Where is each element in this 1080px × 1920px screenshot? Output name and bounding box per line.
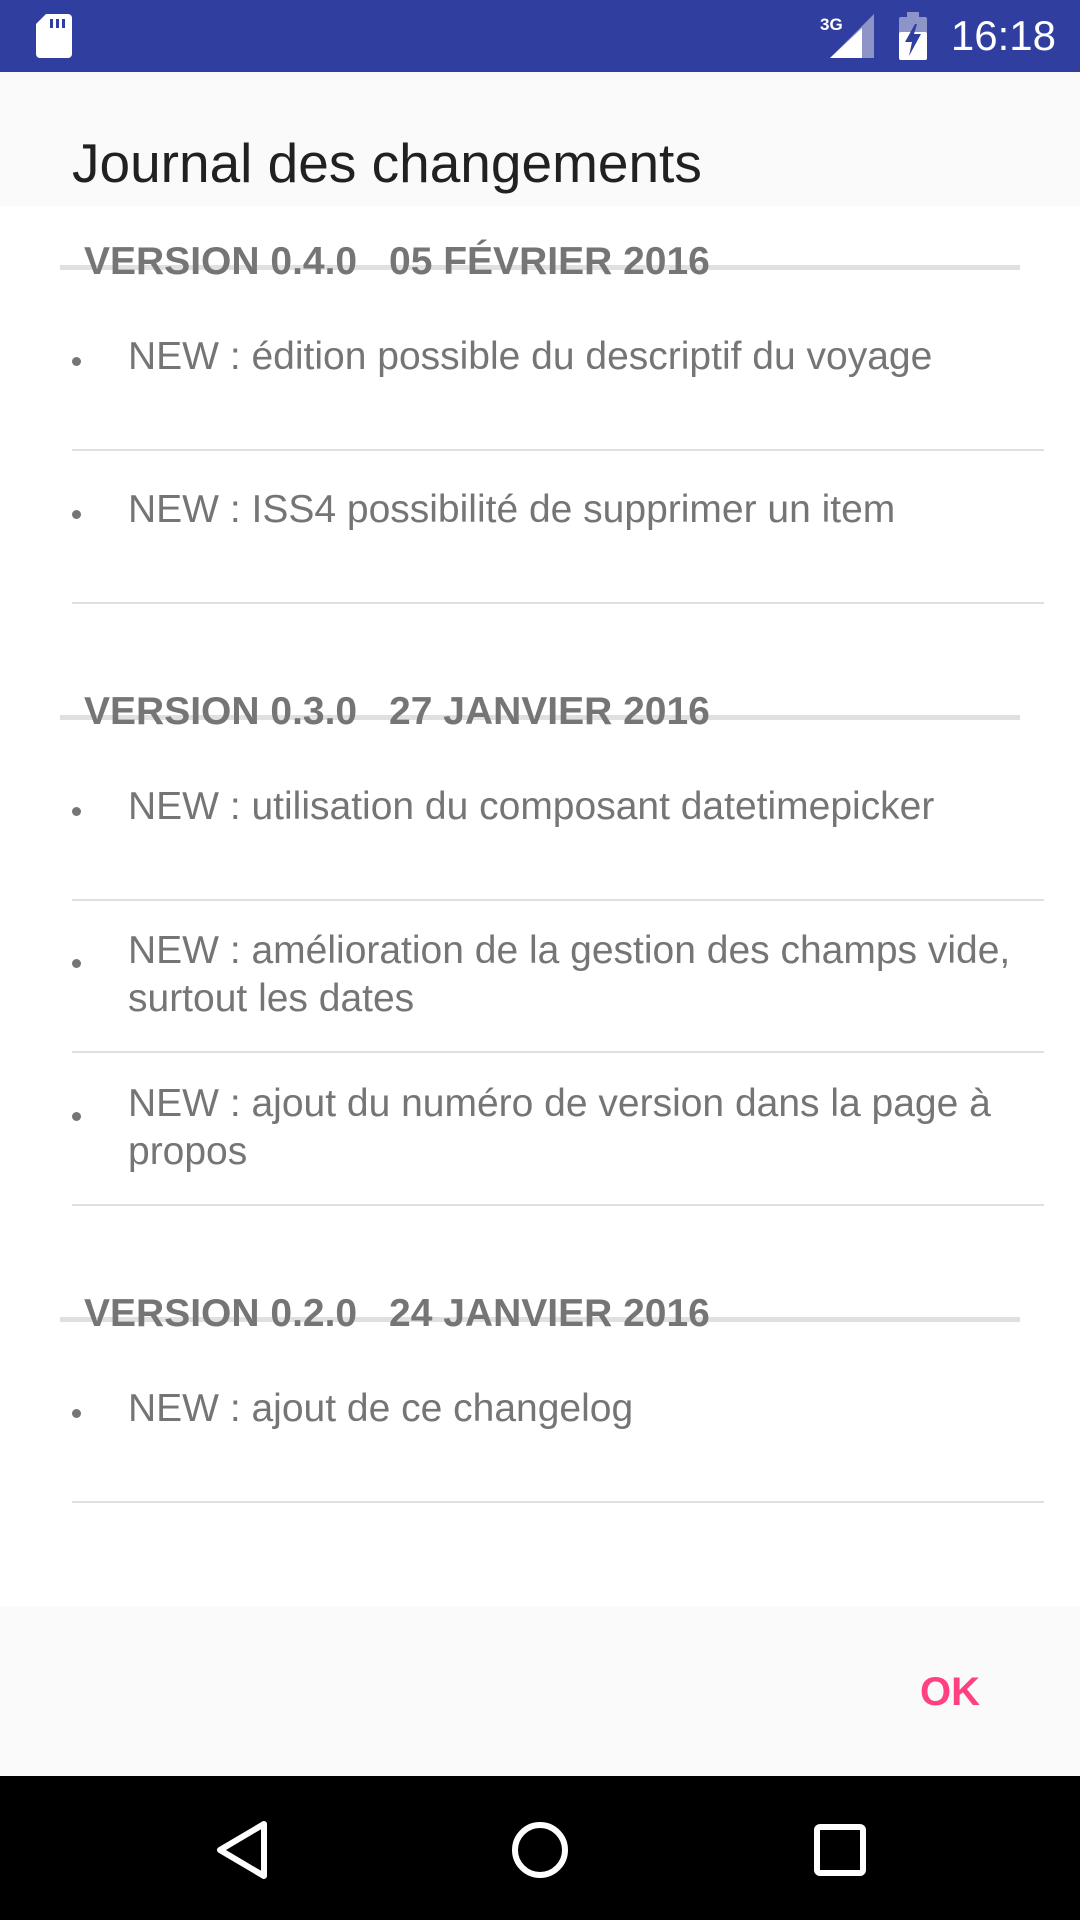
changelog-item: NEW : ajout de ce changelog bbox=[72, 1351, 1044, 1503]
version-header: VERSION 0.4.0 05 FÉVRIER 2016 bbox=[60, 206, 1020, 281]
version-header: VERSION 0.2.0 24 JANVIER 2016 bbox=[60, 1258, 1020, 1333]
changelog-item: NEW : amélioration de la gestion des cha… bbox=[72, 901, 1044, 1053]
changelog-item-text: NEW : édition possible du descriptif du … bbox=[128, 335, 933, 378]
changelog-list[interactable]: VERSION 0.4.0 05 FÉVRIER 2016 NEW : édit… bbox=[0, 206, 1080, 1606]
changelog-item-text: NEW : ajout du numéro de version dans la… bbox=[128, 1082, 991, 1173]
battery-charging-icon bbox=[899, 12, 927, 60]
version-header: VERSION 0.3.0 27 JANVIER 2016 bbox=[60, 656, 1020, 731]
dialog-footer: OK bbox=[0, 1606, 1080, 1776]
changelog-item: NEW : ISS4 possibilité de supprimer un i… bbox=[72, 452, 1044, 604]
bullet-icon bbox=[72, 357, 81, 366]
changelog-item: NEW : utilisation du composant datetimep… bbox=[72, 749, 1044, 901]
navigation-bar bbox=[0, 1776, 1080, 1920]
changelog-item-text: NEW : ISS4 possibilité de supprimer un i… bbox=[128, 488, 896, 531]
bullet-icon bbox=[72, 1112, 81, 1121]
version-number: VERSION 0.4.0 bbox=[84, 240, 358, 283]
ok-button[interactable]: OK bbox=[900, 1652, 1000, 1732]
signal-3g-icon: 3G bbox=[820, 14, 874, 58]
home-icon[interactable] bbox=[510, 1820, 570, 1880]
version-number: VERSION 0.2.0 bbox=[84, 1292, 358, 1335]
bullet-icon bbox=[72, 807, 81, 816]
dialog-title: Journal des changements bbox=[72, 132, 702, 194]
changelog-item: NEW : édition possible du descriptif du … bbox=[72, 299, 1044, 451]
back-icon[interactable] bbox=[214, 1820, 270, 1880]
changelog-item: NEW : ajout du numéro de version dans la… bbox=[72, 1054, 1044, 1206]
version-date: 27 JANVIER 2016 bbox=[389, 690, 710, 733]
recents-icon[interactable] bbox=[812, 1820, 868, 1880]
status-bar: 3G 16:18 bbox=[0, 0, 1080, 72]
changelog-item-text: NEW : utilisation du composant datetimep… bbox=[128, 785, 935, 828]
changelog-item-text: NEW : amélioration de la gestion des cha… bbox=[128, 929, 1011, 1020]
bullet-icon bbox=[72, 959, 81, 968]
sd-card-icon bbox=[36, 14, 72, 58]
version-date: 24 JANVIER 2016 bbox=[389, 1292, 710, 1335]
bullet-icon bbox=[72, 510, 81, 519]
changelog-item-text: NEW : ajout de ce changelog bbox=[128, 1387, 634, 1430]
bullet-icon bbox=[72, 1409, 81, 1418]
network-type-label: 3G bbox=[820, 15, 843, 34]
dialog-header: Journal des changements bbox=[0, 72, 1080, 206]
clock: 16:18 bbox=[950, 12, 1056, 59]
version-number: VERSION 0.3.0 bbox=[84, 690, 358, 733]
version-date: 05 FÉVRIER 2016 bbox=[389, 240, 710, 283]
